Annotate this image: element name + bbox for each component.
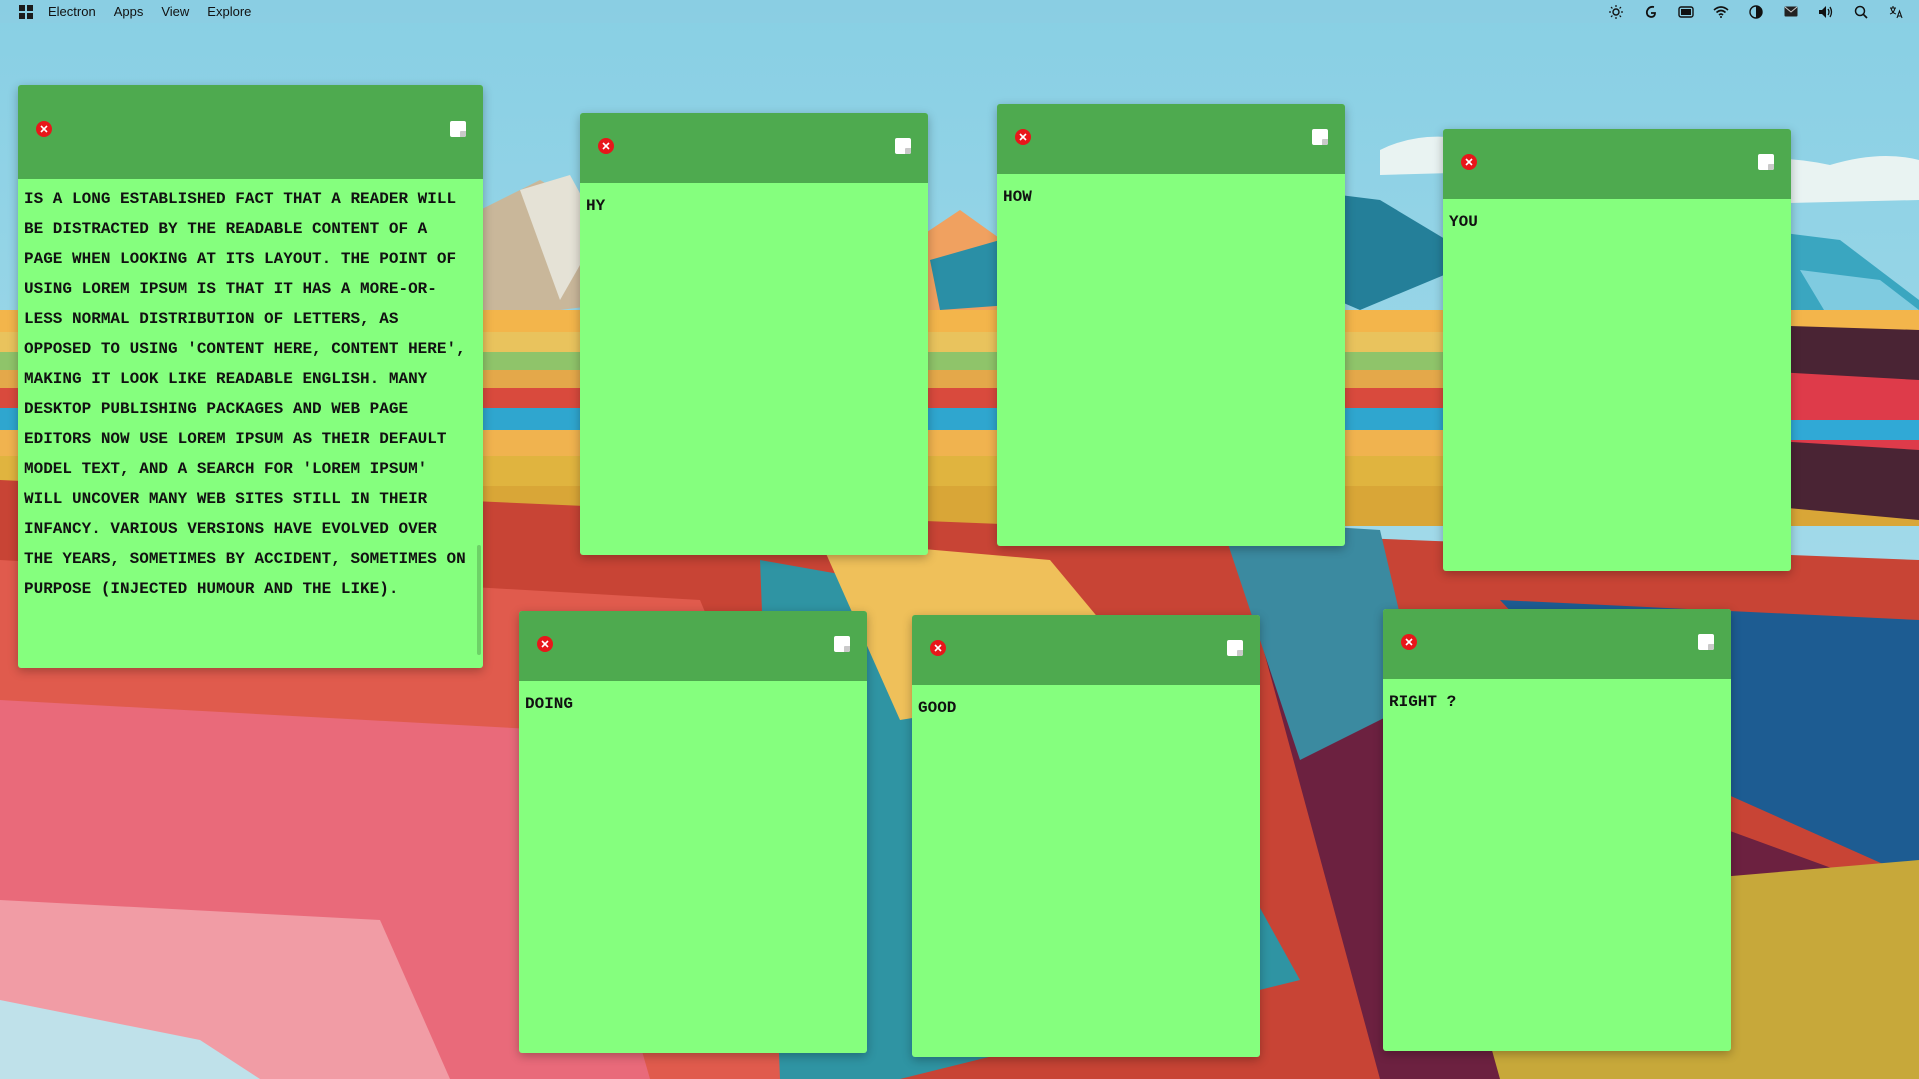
close-icon	[1465, 158, 1473, 166]
nyt-icon[interactable]	[1642, 3, 1660, 21]
close-note-button[interactable]	[1015, 129, 1031, 145]
note-header[interactable]	[519, 611, 867, 681]
sticky-note[interactable]: HOW	[997, 104, 1345, 546]
sticky-note[interactable]: IS A LONG ESTABLISHED FACT THAT A READER…	[18, 85, 483, 668]
note-text[interactable]: RIGHT ?	[1389, 687, 1721, 717]
note-header[interactable]	[997, 104, 1345, 174]
close-note-button[interactable]	[537, 636, 553, 652]
close-note-button[interactable]	[930, 640, 946, 656]
new-note-icon	[1768, 164, 1774, 170]
close-icon	[541, 640, 549, 648]
new-note-icon	[460, 131, 466, 137]
note-text[interactable]: GOOD	[918, 693, 1250, 723]
new-note-button[interactable]	[1758, 154, 1774, 170]
new-note-icon	[905, 148, 911, 154]
sticky-note[interactable]: GOOD	[912, 615, 1260, 1057]
close-note-button[interactable]	[1401, 634, 1417, 650]
menu-view[interactable]: View	[161, 4, 189, 19]
battery-icon[interactable]	[1677, 3, 1695, 21]
note-text[interactable]: HOW	[1003, 182, 1335, 212]
new-note-icon	[1237, 650, 1243, 656]
note-text[interactable]: IS A LONG ESTABLISHED FACT THAT A READER…	[24, 184, 473, 664]
note-scrollbar[interactable]	[477, 545, 481, 655]
new-note-button[interactable]	[895, 138, 911, 154]
new-note-button[interactable]	[450, 121, 466, 137]
brightness-icon[interactable]	[1607, 3, 1625, 21]
wifi-icon[interactable]	[1712, 3, 1730, 21]
close-icon	[1019, 133, 1027, 141]
new-note-icon	[844, 646, 850, 652]
new-note-button[interactable]	[1698, 634, 1714, 650]
menubar: Electron Apps View Explore	[0, 0, 1919, 23]
sticky-note[interactable]: RIGHT ?	[1383, 609, 1731, 1051]
new-note-icon	[1322, 139, 1328, 145]
menu-explore[interactable]: Explore	[207, 4, 251, 19]
sticky-note[interactable]: HY	[580, 113, 928, 555]
theme-toggle-icon[interactable]	[1747, 3, 1765, 21]
volume-icon[interactable]	[1817, 3, 1835, 21]
close-note-button[interactable]	[1461, 154, 1477, 170]
mail-icon[interactable]	[1782, 3, 1800, 21]
note-text[interactable]: YOU	[1449, 207, 1781, 237]
note-header[interactable]	[912, 615, 1260, 685]
close-icon	[602, 142, 610, 150]
note-text[interactable]: DOING	[525, 689, 857, 719]
new-note-button[interactable]	[1227, 640, 1243, 656]
sticky-note[interactable]: DOING	[519, 611, 867, 1053]
search-icon[interactable]	[1852, 3, 1870, 21]
menu-electron[interactable]: Electron	[48, 4, 96, 19]
note-header[interactable]	[1443, 129, 1791, 199]
menu-apps[interactable]: Apps	[114, 4, 144, 19]
close-note-button[interactable]	[598, 138, 614, 154]
new-note-icon	[1708, 644, 1714, 650]
note-header[interactable]	[18, 85, 483, 179]
system-tray	[1590, 3, 1905, 21]
note-header[interactable]	[1383, 609, 1731, 679]
new-note-button[interactable]	[1312, 129, 1328, 145]
note-text[interactable]: HY	[586, 191, 918, 221]
sticky-note[interactable]: YOU	[1443, 129, 1791, 571]
new-note-button[interactable]	[834, 636, 850, 652]
language-icon[interactable]	[1887, 3, 1905, 21]
note-header[interactable]	[580, 113, 928, 183]
close-icon	[40, 125, 48, 133]
close-icon	[1405, 638, 1413, 646]
windows-logo-icon[interactable]	[18, 4, 34, 20]
close-note-button[interactable]	[36, 121, 52, 137]
close-icon	[934, 644, 942, 652]
